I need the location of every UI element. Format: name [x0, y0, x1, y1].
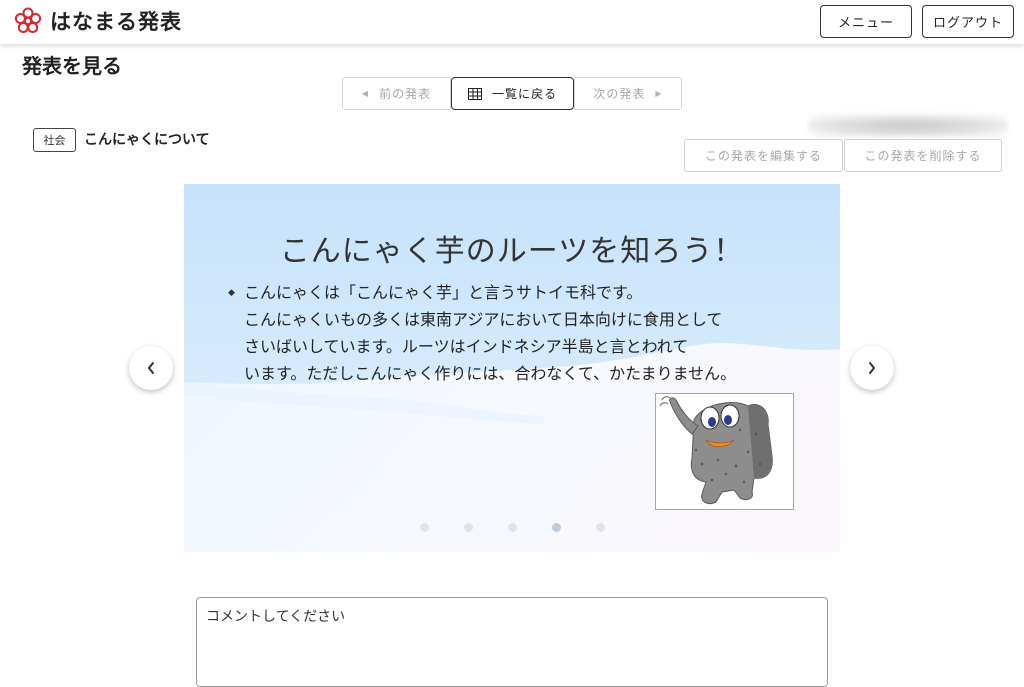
flower-icon: [14, 7, 42, 33]
next-presentation-label: 次の発表: [593, 87, 646, 101]
slide-dot[interactable]: [595, 523, 605, 532]
slide-line: こんにゃくは「こんにゃく芋」と言うサトイモ科です。: [244, 283, 643, 302]
delete-presentation-button[interactable]: この発表を削除する: [844, 139, 1002, 172]
back-to-list-button[interactable]: 一覧に戻る: [451, 77, 574, 110]
slide-dot[interactable]: [419, 523, 429, 532]
bullet-icon: ◆: [228, 288, 235, 298]
presentation-nav: ◀ 前の発表 一覧に戻る 次の発表 ▶: [342, 77, 682, 110]
grid-icon: [467, 87, 482, 100]
comment-input[interactable]: [196, 597, 828, 687]
menu-button[interactable]: メニュー: [820, 5, 912, 38]
prev-slide-button[interactable]: [129, 346, 173, 390]
chevron-right-icon: [869, 362, 875, 374]
logout-button[interactable]: ログアウト: [922, 5, 1014, 38]
slide-pagination: [184, 523, 840, 532]
slide-dot-active[interactable]: [551, 523, 561, 532]
prev-presentation-label: 前の発表: [379, 87, 432, 101]
chevron-left-icon: [148, 362, 154, 374]
presentation-title: こんにゃくについて: [84, 132, 210, 148]
app-logo[interactable]: はなまる発表: [14, 6, 182, 36]
page-title: 発表を見る: [22, 54, 122, 78]
slide-viewer: こんにゃく芋のルーツを知ろう！ ◆ こんにゃくは「こんにゃく芋」と言うサトイモ科…: [184, 184, 840, 552]
back-to-list-label: 一覧に戻る: [491, 87, 557, 101]
slide-heading: こんにゃく芋のルーツを知ろう！: [279, 234, 745, 269]
konnyaku-character-illustration: [655, 393, 794, 510]
caret-right-icon: ▶: [655, 89, 663, 98]
next-presentation-button[interactable]: 次の発表 ▶: [574, 77, 682, 110]
konnyaku-character-icon: [659, 396, 773, 505]
app-name: はなまる発表: [50, 10, 182, 34]
slide-dot[interactable]: [507, 523, 517, 532]
caret-left-icon: ◀: [361, 89, 370, 98]
slide-dot[interactable]: [463, 523, 473, 532]
category-badge: 社会: [33, 128, 76, 152]
slide-line: こんにゃくいもの多くは東南アジアにおいて日本向けに食用として: [244, 310, 723, 329]
prev-presentation-button[interactable]: ◀ 前の発表: [342, 77, 451, 110]
slide-line: います。ただしこんにゃく作りには、合わなくて、かたまりません。: [244, 364, 737, 383]
next-slide-button[interactable]: [850, 346, 894, 390]
edit-presentation-button[interactable]: この発表を編集する: [684, 139, 843, 172]
app-header: はなまる発表 メニュー ログアウト: [0, 0, 1024, 44]
author-name-blurred: [808, 115, 1008, 137]
slide-body: ◆ こんにゃくは「こんにゃく芋」と言うサトイモ科です。 こんにゃくいもの多くは東…: [228, 279, 804, 387]
slide-line: さいばいしています。ルーツはインドネシア半島と言とわれて: [244, 337, 689, 356]
